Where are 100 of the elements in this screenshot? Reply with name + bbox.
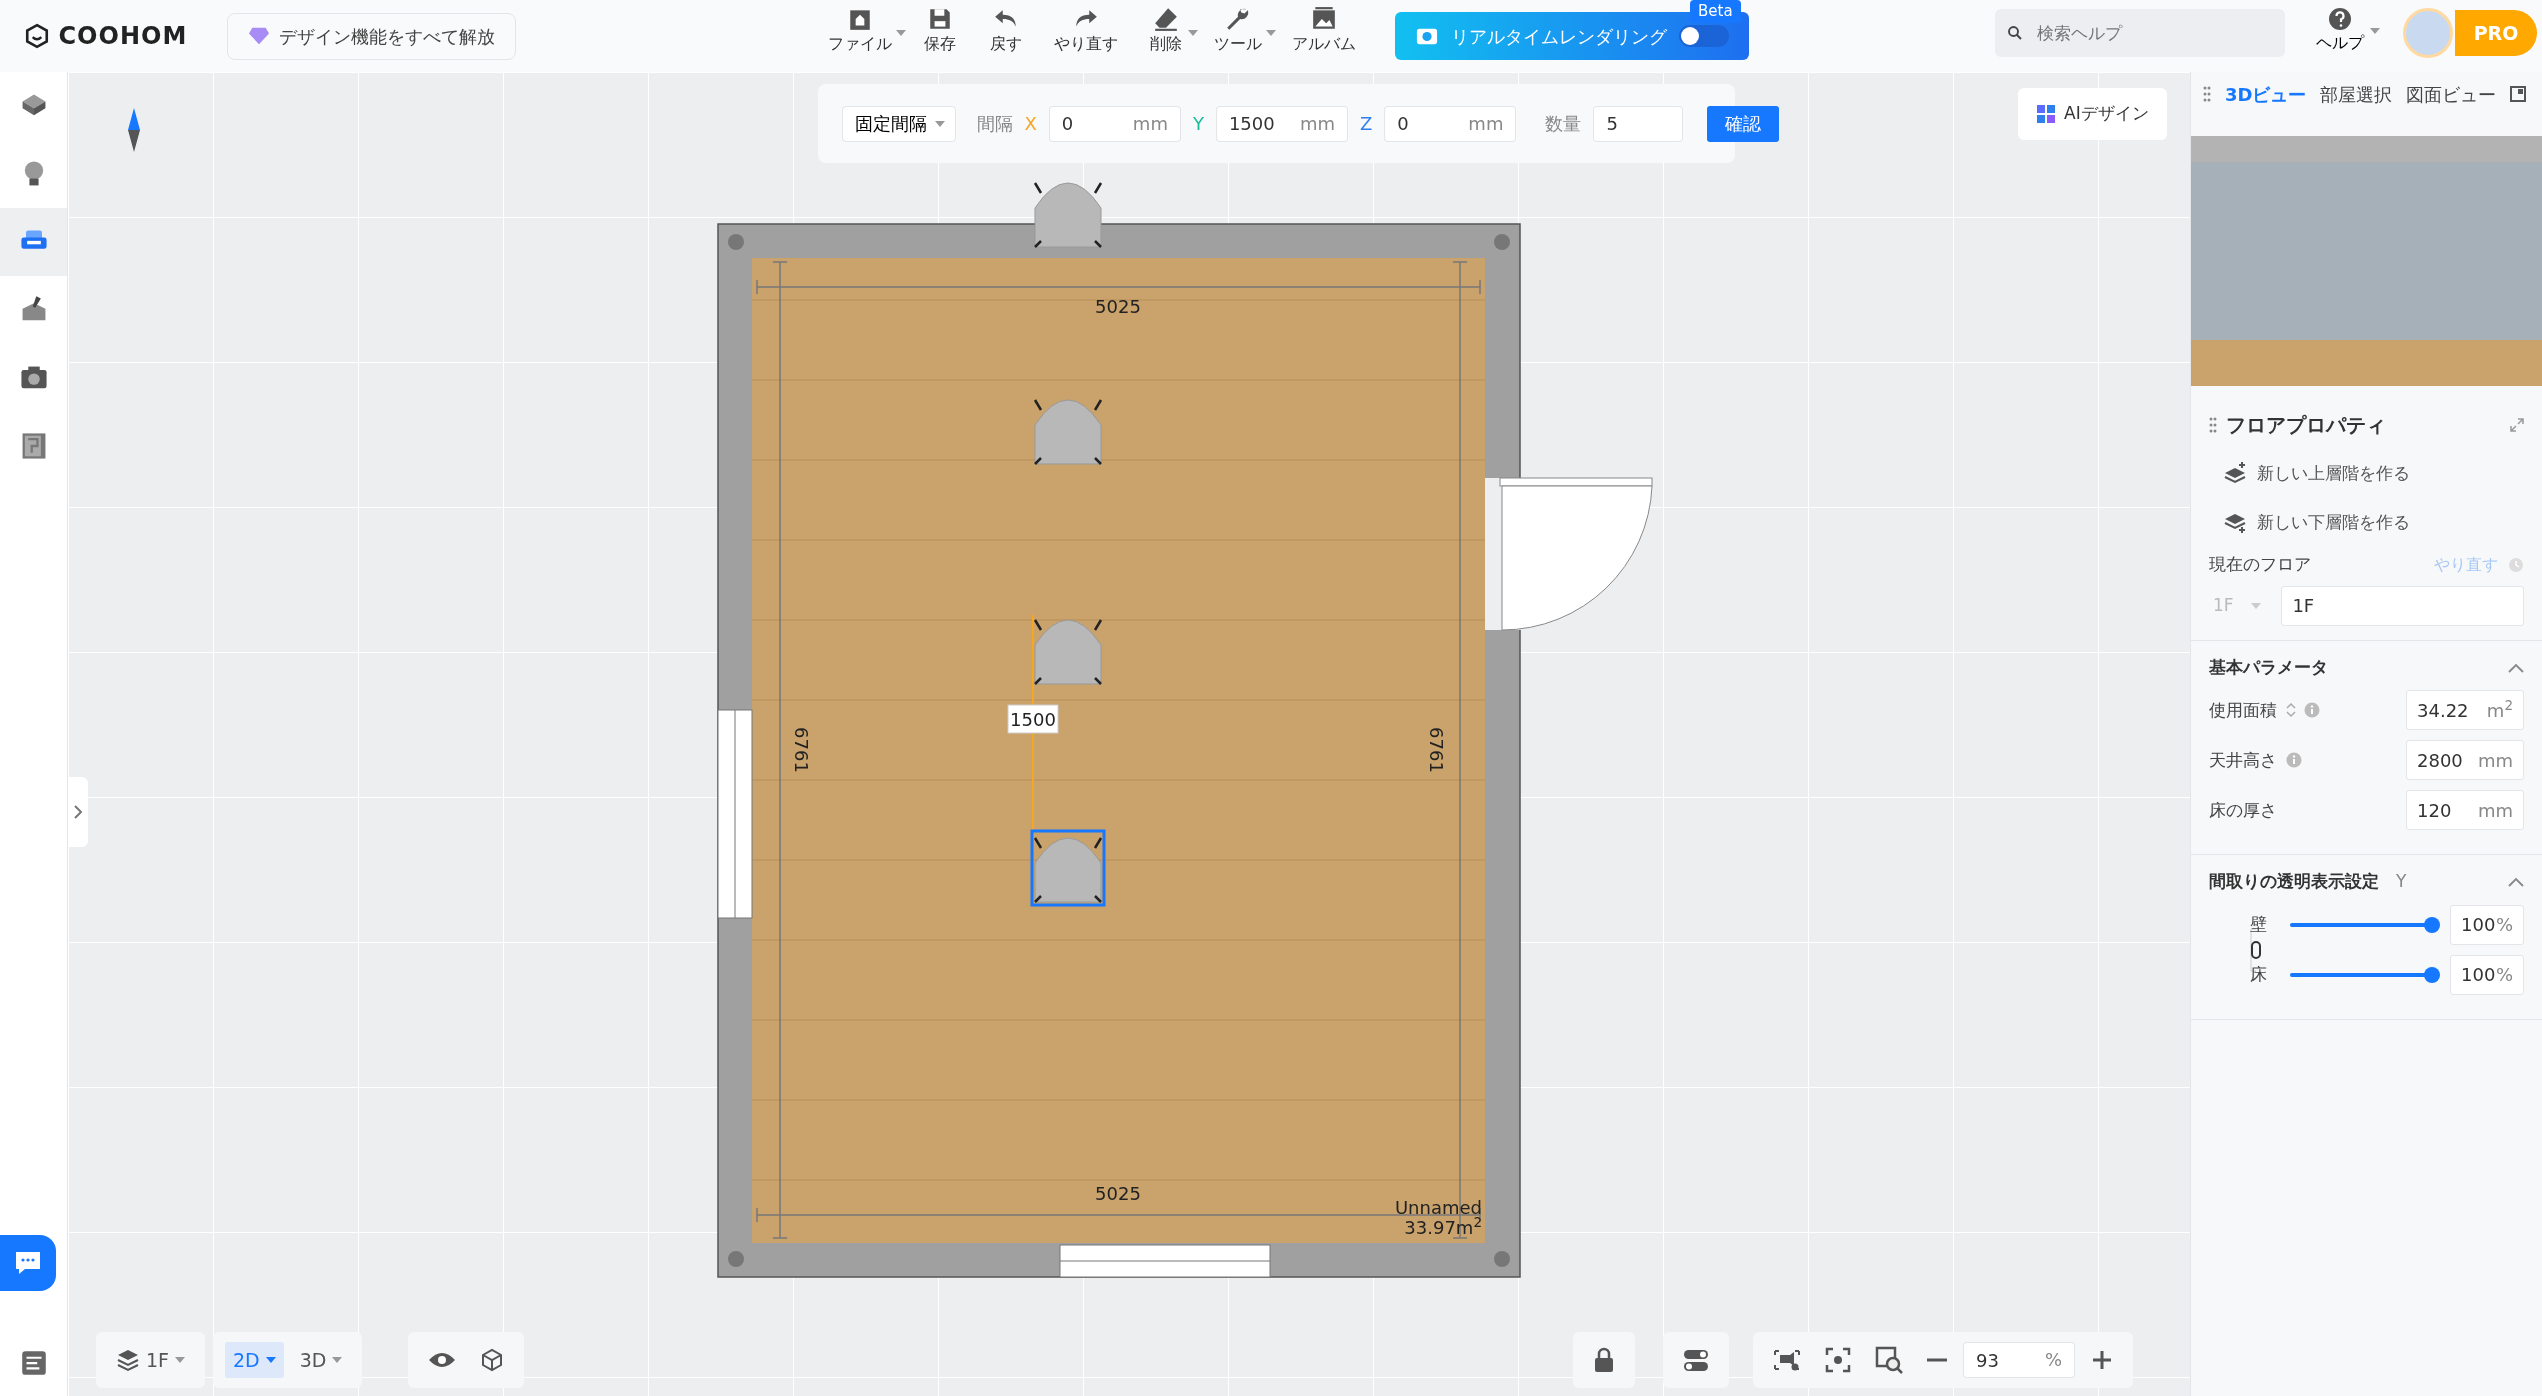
eraser-icon <box>1153 6 1179 32</box>
dimension-label: 6761 <box>791 727 812 773</box>
caret-icon <box>332 1357 343 1363</box>
caret-icon <box>175 1357 186 1363</box>
column-marker <box>1494 234 1510 250</box>
layers-plus-icon <box>2223 461 2247 486</box>
expand-icon <box>2510 418 2524 433</box>
field-label: 現在のフロア <box>2209 552 2311 576</box>
caret-icon <box>2370 28 2380 34</box>
field-label: 使用面積 <box>2209 698 2277 722</box>
logo: COOHOM <box>58 21 188 52</box>
caret-icon <box>2250 602 2261 609</box>
chat-button[interactable] <box>0 1235 56 1291</box>
column-marker <box>1494 1251 1510 1267</box>
add-floor-button[interactable]: 新しい下層階を作る <box>2209 498 2424 548</box>
field-label: 壁 <box>2249 913 2268 936</box>
render-label: リアルタイムレンダリング <box>1451 24 1667 49</box>
compass-icon <box>128 108 140 152</box>
dimension-label: 5025 <box>1095 296 1141 317</box>
minus-icon <box>1927 1358 1947 1362</box>
caret-icon <box>1266 30 1276 36</box>
field-label: 床 <box>2249 963 2268 986</box>
confirm-button[interactable]: 確認 <box>1707 105 1780 142</box>
zoom-region-icon <box>1875 1346 1903 1374</box>
plus-icon <box>2091 1349 2114 1371</box>
toolbar-button[interactable]: 保存 <box>914 4 974 58</box>
field-label: 床の厚さ <box>2209 798 2277 822</box>
room-name: Unnamed <box>1394 1197 1482 1218</box>
dimension-label: 5025 <box>1095 1183 1141 1204</box>
view-tab[interactable]: 3Dビュー <box>2225 80 2307 108</box>
toolbar-button[interactable]: やり直す <box>1046 4 1134 58</box>
toolbar-button[interactable]: 削除 <box>1140 4 1200 58</box>
chair[interactable] <box>1033 181 1103 249</box>
value-field[interactable]: 120 mm <box>2406 790 2524 831</box>
axis-label: X <box>1024 112 1037 136</box>
value-field[interactable]: 100% <box>2450 954 2524 995</box>
logo-icon <box>24 22 50 50</box>
section-title: 間取りの透明表示設定 <box>2209 870 2379 894</box>
unlock-button[interactable]: デザイン機能をすべて解放 <box>227 12 516 60</box>
focus-icon <box>1825 1347 1851 1373</box>
value-field[interactable]: 34.22 m$^{2}$ <box>2406 690 2524 731</box>
dimension-label: 6761 <box>1426 727 1447 773</box>
wrench-icon <box>1225 6 1251 32</box>
help-button[interactable]: ヘルプ <box>2310 6 2370 56</box>
cube-icon <box>480 1348 504 1372</box>
expand-button[interactable] <box>68 777 88 847</box>
chevron-right-icon <box>73 804 83 820</box>
ai-design-button[interactable]: AIデザイン <box>2018 88 2167 140</box>
grid-icon <box>2036 104 2056 124</box>
sidebar-tool[interactable] <box>0 208 67 276</box>
toggle-icon <box>1683 1348 1709 1372</box>
spacing-mode-dropdown[interactable]: 固定間隔 <box>842 105 956 142</box>
chair[interactable] <box>1033 618 1103 686</box>
caret-icon <box>896 30 906 36</box>
view-tab[interactable]: 図面ビュー <box>2406 80 2497 108</box>
add-floor-button[interactable]: 新しい上層階を作る <box>2209 448 2424 498</box>
caret-icon <box>1188 30 1198 36</box>
offset-label: 1500 <box>1007 704 1059 734</box>
camera-settings-icon <box>1773 1347 1801 1373</box>
drag-handle-icon <box>2203 85 2211 103</box>
drag-handle-icon <box>2209 416 2217 434</box>
column-marker <box>728 1251 744 1267</box>
slider-thumb[interactable] <box>2423 916 2440 933</box>
beta-badge: Beta <box>1690 0 1741 23</box>
toolbar-button[interactable]: ツール <box>1206 4 1278 58</box>
shortcut-hint: Y <box>2396 870 2407 894</box>
picture-icon <box>1311 6 1337 32</box>
view-mode-button[interactable]: 3D <box>291 1341 351 1379</box>
chair[interactable] <box>1033 398 1103 466</box>
lock-icon <box>1593 1347 1615 1373</box>
caret-icon <box>935 120 945 127</box>
panel-title: フロアプロパティ <box>2225 412 2386 439</box>
toolbar-button[interactable]: アルバム <box>1284 4 1372 58</box>
field-label: 天井高さ <box>2209 748 2277 772</box>
value-field[interactable]: 100% <box>2450 904 2524 945</box>
toggle-switch[interactable] <box>1679 25 1729 47</box>
view-tab[interactable]: 部屋選択 <box>2320 80 2393 108</box>
chevron-up-icon <box>2508 877 2524 888</box>
chair[interactable] <box>1030 829 1106 907</box>
eye-icon <box>428 1350 456 1370</box>
slider-thumb[interactable] <box>2423 966 2440 983</box>
search-icon <box>2006 24 2024 42</box>
value-field[interactable]: 2800 mm <box>2406 740 2524 781</box>
toolbar-button[interactable]: ファイル <box>820 4 908 58</box>
search-field[interactable]: 検索ヘルプ <box>2035 9 2285 57</box>
save-icon <box>927 6 953 32</box>
toolbar-button[interactable]: 戻す <box>980 4 1040 58</box>
axis-label: Z <box>1360 112 1373 136</box>
section-title: 基本パラメータ <box>2209 655 2328 679</box>
diamond-icon <box>248 26 271 46</box>
floor-name-field[interactable]: 1F <box>2281 585 2524 626</box>
slider[interactable] <box>2289 966 2440 983</box>
clock-icon <box>2508 556 2524 573</box>
room-area: 33.97m$^{2}$ <box>1370 1216 1482 1240</box>
column-marker <box>728 234 744 250</box>
slider[interactable] <box>2289 916 2440 933</box>
chat-icon <box>13 1249 43 1277</box>
quantity-field[interactable]: 5 <box>1593 105 1684 142</box>
layers-icon <box>116 1348 140 1372</box>
spacing-label: 間隔 <box>976 112 1013 136</box>
